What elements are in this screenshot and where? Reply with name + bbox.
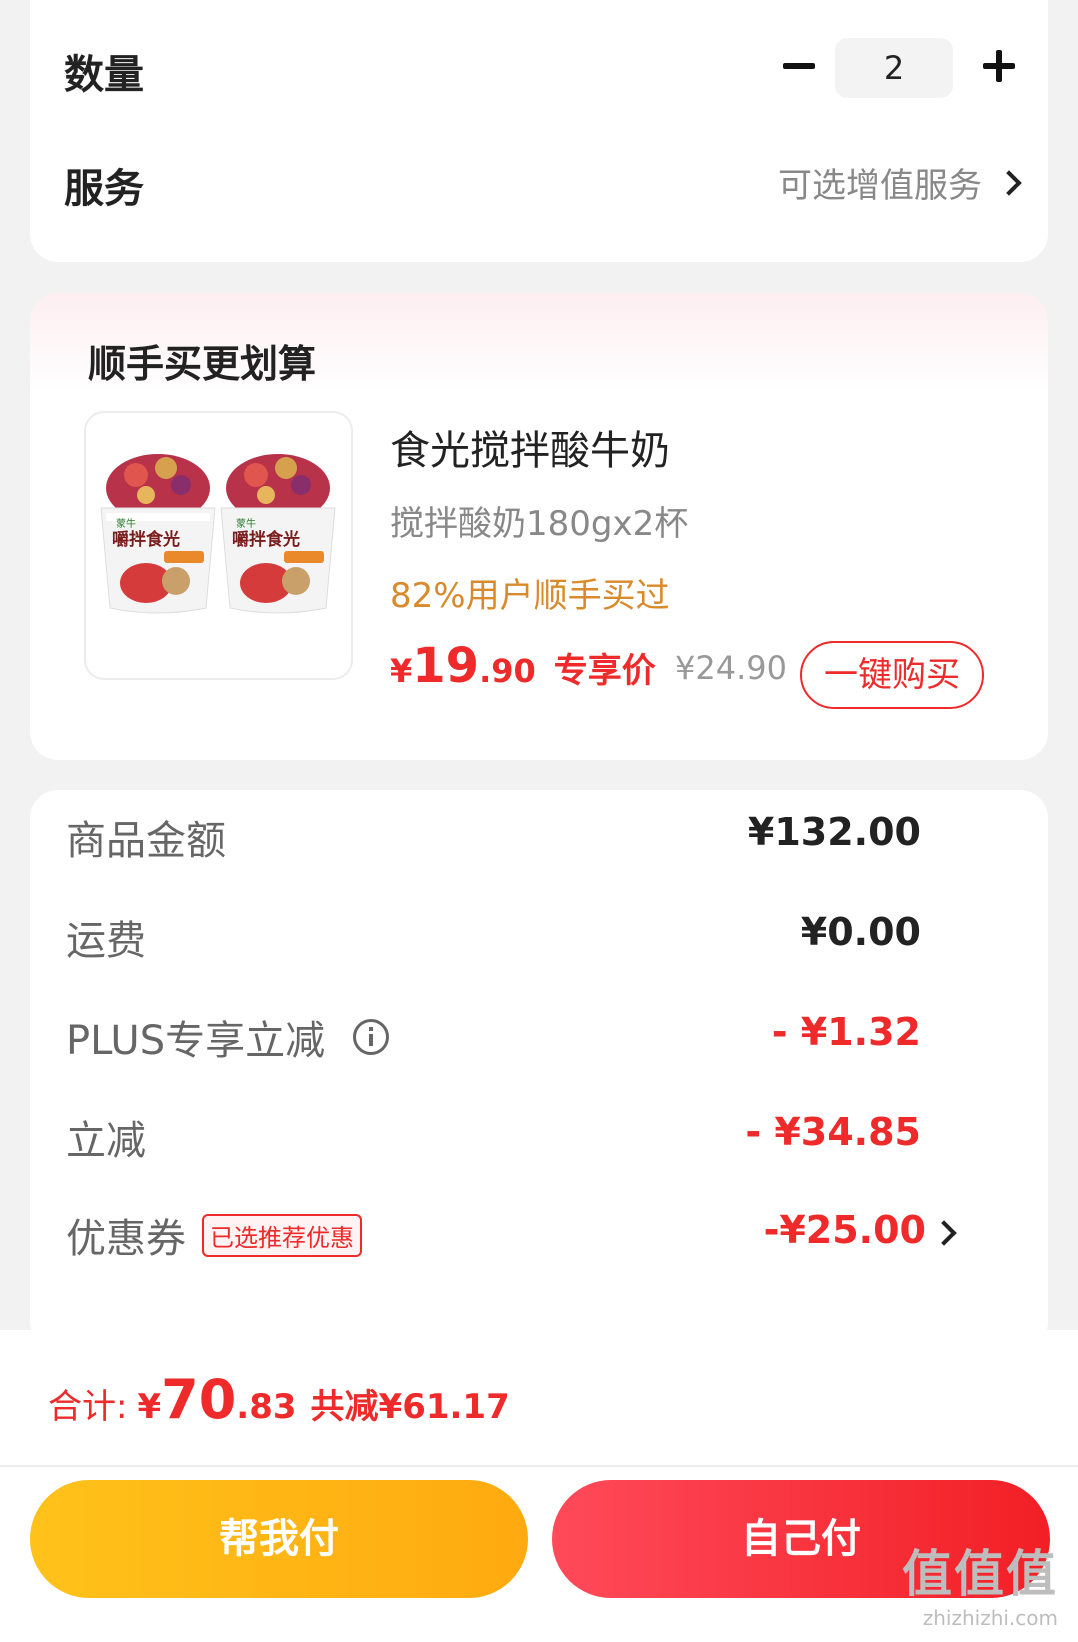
divider <box>0 1465 1078 1467</box>
product-name[interactable]: 食光搅拌酸牛奶 <box>390 418 670 476</box>
service-link-text: 可选增值服务 <box>778 166 982 206</box>
product-stat: 82%用户顺手买过 <box>390 576 670 616</box>
detail-row-discount: 立减 - ¥34.85 <box>66 1108 1048 1168</box>
product-spec: 搅拌酸奶180gx2杯 <box>390 504 689 544</box>
quantity-service-card: 数量 2 服务 可选增值服务 <box>30 0 1048 262</box>
price-symbol: ¥ <box>390 652 413 690</box>
yogurt-cups-image: 嚼拌食光 蒙牛 嚼拌食光 蒙牛 <box>100 454 336 614</box>
total-integer: 70 <box>161 1368 237 1431</box>
detail-label: 商品金额 <box>66 818 226 864</box>
quantity-label: 数量 <box>64 52 144 98</box>
recommend-card: 顺手买更划算 嚼拌食光 蒙牛 嚼拌食光 蒙牛 食光搅拌酸牛奶 搅拌酸奶180gx… <box>30 293 1048 760</box>
detail-row-shipping: 运费 ¥0.00 <box>66 908 1048 968</box>
detail-label-text: PLUS专享立减 <box>66 1018 326 1064</box>
price-detail-card: 商品金额 ¥132.00 运费 ¥0.00 PLUS专享立减 - ¥1.32 立… <box>30 790 1048 1350</box>
quantity-input[interactable]: 2 <box>835 38 953 98</box>
coupon-badge: 已选推荐优惠 <box>202 1213 362 1257</box>
chevron-right-icon <box>996 169 1022 196</box>
watermark-logo: 值值值 <box>902 1545 1058 1603</box>
detail-label: 运费 <box>66 918 146 964</box>
detail-value: - ¥34.85 <box>745 1110 921 1154</box>
service-link[interactable]: 可选增值服务 <box>778 158 1022 207</box>
detail-value: ¥0.00 <box>800 910 921 954</box>
help-pay-button[interactable]: 帮我付 <box>30 1480 528 1598</box>
product-price: ¥ 19 .90 专享价 <box>390 638 656 694</box>
cup-label-text: 嚼拌食光 <box>112 529 180 550</box>
watermark: 值值值 zhizhizhi.com <box>902 1534 1058 1630</box>
detail-label: 立减 <box>66 1118 146 1164</box>
plus-icon[interactable] <box>975 40 1025 90</box>
detail-row-coupon[interactable]: 优惠券 已选推荐优惠 -¥25.00 <box>66 1206 1048 1266</box>
info-icon[interactable] <box>353 1019 390 1055</box>
price-integer: 19 <box>412 638 480 694</box>
watermark-url: zhizhizhi.com <box>922 1606 1058 1630</box>
recommend-title: 顺手买更划算 <box>88 342 317 386</box>
svg-text:蒙牛: 蒙牛 <box>116 517 136 530</box>
price-decimal: .90 <box>479 652 536 690</box>
minus-icon[interactable] <box>775 40 825 90</box>
svg-text:嚼拌食光: 嚼拌食光 <box>232 529 300 550</box>
checkout-bar: 合计: ¥ 70 .83 共减¥61.17 帮我付 自己付 值值值 zhizhi… <box>0 1330 1078 1642</box>
chevron-right-icon[interactable] <box>931 1220 957 1246</box>
price-tag: 专享价 <box>553 651 656 691</box>
total-label: 合计: <box>48 1387 128 1427</box>
detail-row-goods: 商品金额 ¥132.00 <box>66 808 1048 868</box>
product-image[interactable]: 嚼拌食光 蒙牛 嚼拌食光 蒙牛 <box>84 411 353 680</box>
detail-value: ¥132.00 <box>747 810 921 854</box>
svg-text:蒙牛: 蒙牛 <box>236 517 256 530</box>
service-label: 服务 <box>64 166 144 212</box>
total-symbol: ¥ <box>137 1387 162 1427</box>
detail-row-plus: PLUS专享立减 - ¥1.32 <box>66 1008 1048 1068</box>
detail-value: - ¥1.32 <box>771 1010 921 1054</box>
detail-label-text: 优惠券 <box>66 1216 186 1262</box>
detail-label-coupon: 优惠券 已选推荐优惠 <box>66 1206 362 1264</box>
detail-value: -¥25.00 <box>763 1208 926 1252</box>
detail-label-plus: PLUS专享立减 <box>66 1008 390 1066</box>
total-decimal: .83 <box>236 1387 297 1427</box>
original-price: ¥24.90 <box>675 649 787 687</box>
order-total: 合计: ¥ 70 .83 共减¥61.17 <box>48 1368 510 1431</box>
total-saved: 共减¥61.17 <box>310 1387 510 1427</box>
one-click-buy-button[interactable]: 一键购买 <box>800 641 984 709</box>
